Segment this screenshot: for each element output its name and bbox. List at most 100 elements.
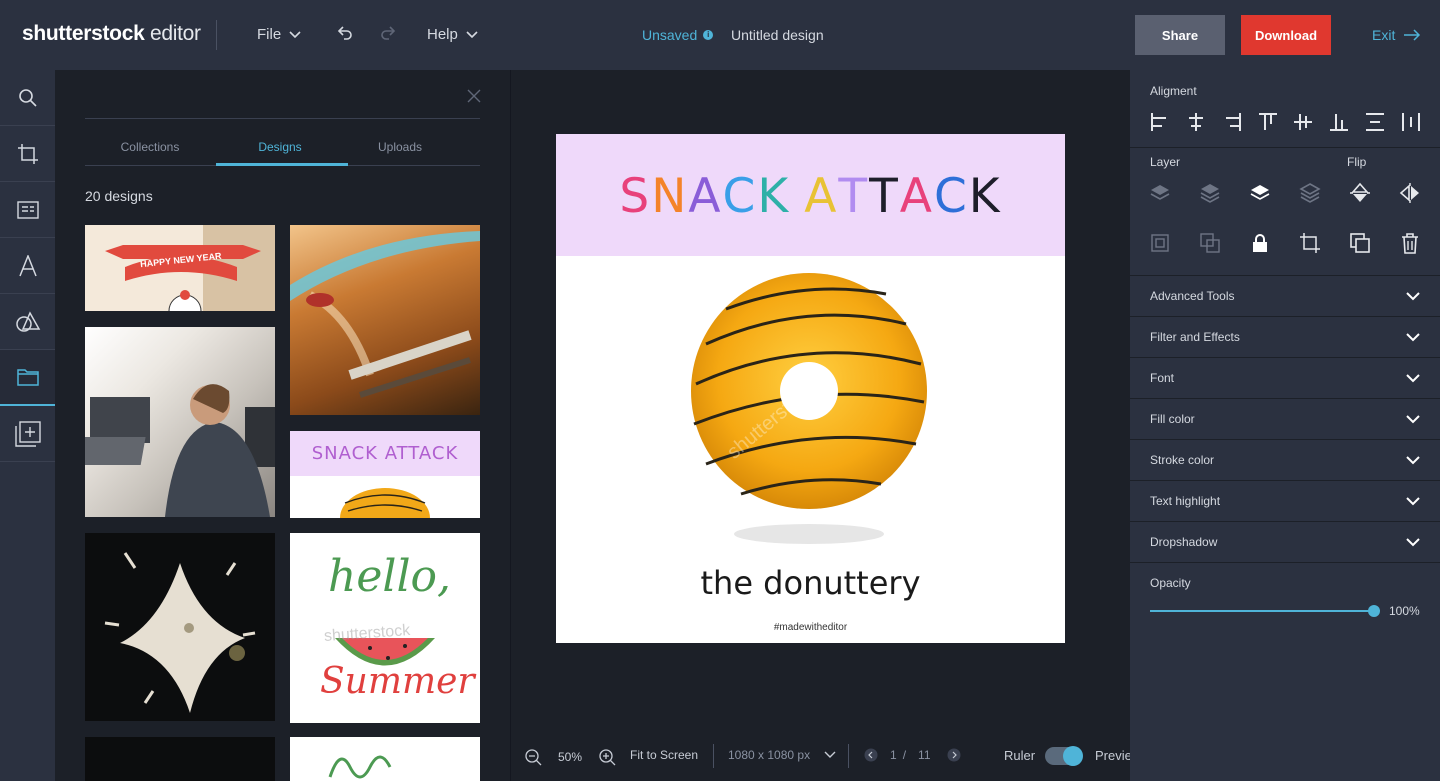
share-button[interactable]: Share	[1135, 15, 1225, 55]
chevron-down-icon	[1406, 537, 1420, 546]
section-label: Fill color	[1150, 412, 1195, 426]
align-left-icon[interactable]	[1148, 110, 1172, 134]
section-text-highlight[interactable]: Text highlight	[1130, 480, 1440, 521]
section-stroke-color[interactable]: Stroke color	[1130, 439, 1440, 480]
design-thumb-office[interactable]	[85, 327, 275, 517]
align-center-v-icon[interactable]	[1291, 110, 1315, 134]
section-label: Advanced Tools	[1150, 289, 1235, 303]
alignment-label: Aligment	[1150, 84, 1197, 98]
arrow-right-icon	[1404, 29, 1421, 41]
align-center-h-icon[interactable]	[1184, 110, 1208, 134]
section-label: Dropshadow	[1150, 535, 1218, 549]
flip-vertical-icon[interactable]	[1348, 181, 1372, 205]
section-advanced-tools[interactable]: Advanced Tools	[1130, 275, 1440, 316]
chevron-down-icon	[1406, 414, 1420, 423]
chevron-down-icon	[1406, 373, 1420, 382]
toggle-knob	[1063, 746, 1083, 766]
design-thumb-hello-summer[interactable]: hello, Summer shutterstock	[290, 533, 480, 723]
prev-page-icon[interactable]	[864, 748, 878, 762]
panel-tabs: Collections Designs Uploads	[85, 130, 480, 166]
distribute-horizontal-icon[interactable]	[1399, 110, 1423, 134]
crop-icon[interactable]	[1298, 231, 1322, 255]
exit-label: Exit	[1372, 27, 1396, 43]
rail-text-box[interactable]	[0, 182, 55, 238]
design-thumb-flower[interactable]	[85, 533, 275, 721]
design-thumb-hello-2[interactable]	[290, 737, 480, 781]
rail-add-page[interactable]	[0, 406, 55, 462]
tab-collections[interactable]: Collections	[85, 140, 215, 154]
rail-crop[interactable]	[0, 126, 55, 182]
properties-panel: Aligment Layer Flip Advanced Tools Filte…	[1130, 70, 1440, 781]
design-thumb-car[interactable]	[290, 225, 480, 415]
tab-designs[interactable]: Designs	[215, 140, 345, 154]
download-button[interactable]: Download	[1241, 15, 1331, 55]
exit-button[interactable]: Exit	[1372, 27, 1421, 43]
shapes-icon	[15, 310, 40, 332]
undo-icon[interactable]	[335, 24, 355, 44]
flip-horizontal-icon[interactable]	[1398, 181, 1422, 205]
zoom-out-icon[interactable]	[524, 748, 542, 766]
align-bottom-icon[interactable]	[1327, 110, 1351, 134]
lock-icon[interactable]	[1248, 231, 1272, 255]
document-title[interactable]: Untitled design	[731, 27, 824, 43]
align-top-icon[interactable]	[1256, 110, 1280, 134]
bring-to-front-icon[interactable]	[1298, 181, 1322, 205]
tool-rail	[0, 70, 55, 781]
folder-icon	[16, 369, 39, 386]
section-filter-effects[interactable]: Filter and Effects	[1130, 316, 1440, 357]
fit-to-screen-button[interactable]: Fit to Screen	[630, 748, 698, 762]
unsaved-status[interactable]: Unsaved i	[642, 27, 714, 43]
divider	[848, 744, 849, 768]
design-thumb-happy-new-year[interactable]: HAPPY NEW YEAR	[85, 225, 275, 311]
text-icon	[18, 254, 37, 276]
ruler-toggle[interactable]	[1045, 746, 1083, 766]
section-fill-color[interactable]: Fill color	[1130, 398, 1440, 439]
rail-search[interactable]	[0, 70, 55, 126]
thumb-text-summer: Summer	[320, 661, 475, 702]
thumb-artwork	[290, 231, 480, 398]
bring-forward-icon[interactable]	[1248, 181, 1272, 205]
help-menu[interactable]: Help	[427, 26, 478, 43]
crop-icon	[17, 143, 38, 164]
preview-label[interactable]: Previe	[1095, 748, 1132, 763]
design-canvas[interactable]: SNACK ATTACK shutterstock the donuttery #…	[556, 134, 1065, 643]
file-menu[interactable]: File	[257, 26, 301, 43]
canvas-size-select[interactable]: 1080 x 1080 px	[728, 748, 836, 762]
page-navigator: 1 / 11	[864, 748, 961, 762]
align-right-icon[interactable]	[1220, 110, 1244, 134]
tab-uploads[interactable]: Uploads	[335, 140, 465, 154]
section-label: Filter and Effects	[1150, 330, 1240, 344]
design-count: 20 designs	[85, 188, 153, 204]
chevron-down-icon	[1406, 455, 1420, 464]
duplicate-icon[interactable]	[1348, 231, 1372, 255]
logo-brand: shutterstock	[22, 22, 145, 45]
close-icon[interactable]	[466, 88, 482, 104]
design-thumb-dark[interactable]	[85, 737, 275, 781]
zoom-level: 50%	[558, 750, 583, 764]
group-icon[interactable]	[1148, 231, 1172, 255]
opacity-slider-handle[interactable]	[1368, 605, 1380, 617]
send-to-back-icon[interactable]	[1148, 181, 1172, 205]
hashtag-text[interactable]: #madewitheditor	[556, 622, 1065, 633]
design-thumb-snack-attack[interactable]: SNACK ATTACK	[290, 431, 480, 518]
top-bar: shutterstock editor File Help Unsaved i …	[0, 0, 1440, 70]
zoom-in-icon[interactable]	[598, 748, 616, 766]
next-page-icon[interactable]	[947, 748, 961, 762]
current-page: 1	[890, 748, 897, 762]
opacity-slider-track[interactable]	[1150, 610, 1376, 612]
trash-icon[interactable]	[1398, 231, 1422, 255]
page-separator: /	[902, 748, 907, 762]
section-dropshadow[interactable]: Dropshadow	[1130, 521, 1440, 562]
file-menu-label: File	[257, 26, 282, 43]
search-input[interactable]	[85, 118, 480, 119]
send-backward-icon[interactable]	[1198, 181, 1222, 205]
section-font[interactable]: Font	[1130, 357, 1440, 398]
ungroup-icon[interactable]	[1198, 231, 1222, 255]
opacity-label: Opacity	[1150, 576, 1191, 590]
rail-shapes[interactable]	[0, 294, 55, 350]
subtitle-text[interactable]: the donuttery	[556, 564, 1065, 602]
rail-text[interactable]	[0, 238, 55, 294]
redo-icon[interactable]	[378, 24, 398, 44]
distribute-vertical-icon[interactable]	[1363, 110, 1387, 134]
rail-designs[interactable]	[0, 350, 55, 406]
